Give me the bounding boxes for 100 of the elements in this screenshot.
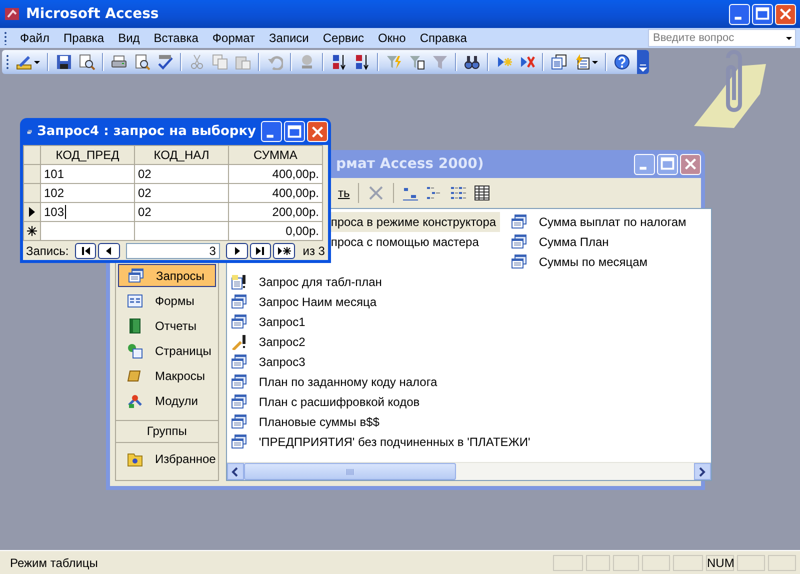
toolbar-button[interactable]: ть (338, 186, 350, 200)
database-window-icon[interactable] (551, 54, 567, 70)
query-icon (128, 268, 144, 284)
toolbar-options-icon[interactable] (639, 64, 647, 74)
spelling-icon[interactable] (157, 54, 173, 70)
menu-item[interactable]: Правка (56, 29, 112, 47)
status-pane (553, 554, 583, 570)
query-item[interactable]: Запрос1 (230, 312, 310, 332)
column-header[interactable]: КОД_ПРЕД (40, 146, 134, 164)
delete-record-icon[interactable] (519, 54, 535, 70)
horizontal-scrollbar[interactable] (226, 462, 711, 480)
query-icon (510, 214, 527, 230)
current-record-icon (28, 207, 36, 217)
make-table-query-icon (230, 274, 247, 290)
find-icon[interactable] (464, 54, 480, 70)
table-cell: 02 (134, 202, 228, 222)
paperclip-drawing[interactable] (694, 50, 766, 128)
record-label: Запись: (26, 244, 69, 258)
menu-item[interactable]: Сервис (316, 29, 371, 47)
status-pane (586, 554, 610, 570)
scroll-left-icon[interactable] (231, 466, 240, 476)
query-icon (230, 374, 247, 390)
menu-item[interactable]: Вид (111, 29, 147, 47)
table-cell: 200,00р. (228, 202, 322, 222)
status-pane (673, 554, 703, 570)
object-type-item[interactable]: Страницы (118, 339, 216, 362)
window-title: рмат Access 2000) (336, 156, 484, 172)
status-indicator: NUM (706, 554, 734, 570)
save-icon[interactable] (56, 54, 72, 70)
query-item[interactable]: Суммы по месяцам (510, 252, 652, 272)
table-cell: 101 (40, 164, 134, 184)
table-cell: 102 (40, 184, 134, 202)
details-icon[interactable] (474, 185, 490, 201)
object-type-item[interactable]: Запросы (118, 264, 216, 287)
print-icon[interactable] (111, 54, 127, 70)
query-item[interactable]: Запрос3 (230, 352, 310, 372)
column-header[interactable]: СУММА (228, 146, 322, 164)
menu-item[interactable]: Формат (205, 29, 262, 47)
window-title: Запрос4 : запрос на выборку (37, 124, 256, 139)
query-icon (230, 294, 247, 310)
last-record-button[interactable] (250, 242, 272, 258)
sort-descending-icon[interactable] (354, 54, 370, 70)
menu-item[interactable]: Справка (412, 29, 474, 47)
previous-record-button[interactable] (98, 242, 120, 258)
grip-icon[interactable] (346, 468, 354, 474)
menu-item[interactable]: Файл (13, 29, 57, 47)
preview-icon[interactable] (79, 54, 95, 70)
table-cell: 0,00р. (228, 222, 322, 240)
object-type-item[interactable]: Макросы (118, 364, 216, 387)
query-item[interactable]: Запрос Наим месяца (230, 292, 381, 312)
query-icon (230, 354, 247, 370)
query-item[interactable]: Сумма План (510, 232, 613, 252)
query-item[interactable]: Сумма выплат по налогам (510, 212, 690, 232)
app-icon (4, 6, 20, 22)
column-header[interactable]: КОД_НАЛ (134, 146, 228, 164)
table-cell: 400,00р. (228, 164, 322, 184)
status-pane (768, 554, 796, 570)
object-type-item[interactable]: Формы (118, 289, 216, 312)
table-cell: 400,00р. (228, 184, 322, 202)
status-pane (737, 554, 765, 570)
table-cell: 02 (134, 184, 228, 202)
query-item[interactable]: Запрос для табл-план (230, 272, 386, 292)
query-item[interactable]: Плановые суммы в$$ (230, 412, 384, 432)
report-icon (127, 318, 143, 334)
query-icon (510, 254, 527, 270)
new-record-icon[interactable] (276, 246, 291, 256)
page-icon (127, 342, 143, 358)
menu-item[interactable]: Вставка (146, 29, 206, 47)
query-item[interactable]: План по заданному коду налога (230, 372, 442, 392)
folder-icon (127, 450, 143, 466)
query-item[interactable]: План с расшифровкой кодов (230, 392, 424, 412)
query-item[interactable]: Запрос2 (230, 332, 310, 352)
new-object-icon[interactable] (574, 54, 590, 70)
query-item[interactable]: 'ПРЕДПРИЯТИЯ' без подчиненных в 'ПЛАТЕЖИ' (230, 432, 534, 452)
design-view-icon[interactable] (16, 54, 32, 70)
sort-ascending-icon[interactable] (331, 54, 347, 70)
print-preview-icon[interactable] (134, 54, 150, 70)
object-type-item[interactable]: Отчеты (118, 314, 216, 337)
group-item[interactable]: Избранное (118, 447, 216, 470)
menu-item[interactable]: Окно (370, 29, 413, 47)
status-pane (642, 554, 670, 570)
large-icons-icon[interactable] (402, 185, 418, 201)
query-item[interactable]: проса с помощью мастера (328, 232, 483, 252)
object-type-item[interactable]: Модули (118, 389, 216, 412)
record-number-field[interactable]: 3 (126, 242, 220, 258)
first-record-button[interactable] (74, 242, 96, 258)
help-icon[interactable] (614, 54, 630, 70)
small-icons-icon[interactable] (426, 185, 442, 201)
new-record-button[interactable] (273, 242, 295, 258)
menu-item[interactable]: Записи (262, 29, 316, 47)
update-query-icon (230, 334, 247, 350)
query-item[interactable]: проса в режиме конструктора (328, 212, 500, 232)
list-icon[interactable] (450, 185, 466, 201)
scroll-right-icon[interactable] (698, 466, 706, 476)
row-selector[interactable] (24, 202, 40, 222)
next-record-button[interactable] (226, 242, 248, 258)
groups-header[interactable]: Группы (116, 420, 218, 443)
new-row-icon (27, 226, 37, 236)
funnel-form-icon[interactable] (409, 54, 425, 70)
query-icon (230, 394, 247, 410)
